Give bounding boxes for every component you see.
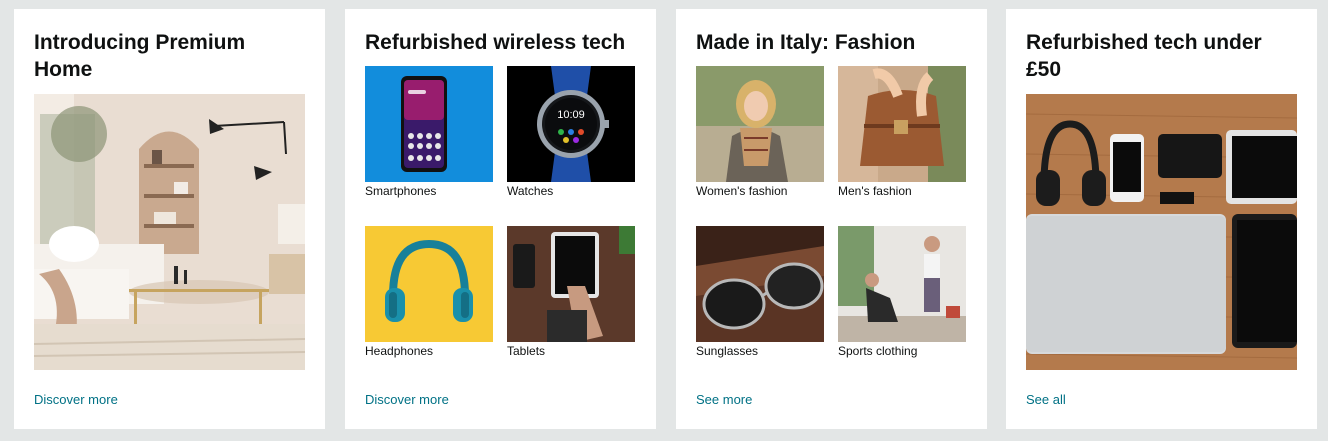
card-refurbished-wireless-tech: Refurbished wireless tech Smartphones 10… [345, 9, 656, 429]
watch-image: 10:09 [507, 66, 635, 182]
card-row: Introducing Premium Home Discover more R… [0, 0, 1328, 441]
see-all-link[interactable]: See all [1026, 392, 1066, 407]
headphones-image [365, 226, 493, 342]
tile-caption: Women's fashion [696, 184, 788, 198]
watch-time: 10:09 [557, 109, 585, 121]
refurbished-tech-image[interactable] [1026, 94, 1297, 370]
card-title: Made in Italy: Fashion [696, 31, 916, 54]
tile-tablets[interactable]: Tablets [507, 226, 635, 358]
see-more-link[interactable]: See more [696, 392, 752, 407]
card-title: Introducing Premium Home [34, 31, 246, 81]
tile-mens-fashion[interactable]: Men's fashion [838, 66, 966, 198]
card-premium-home: Introducing Premium Home Discover more [14, 9, 325, 429]
tile-sunglasses[interactable]: Sunglasses [696, 226, 824, 358]
tile-caption: Watches [507, 184, 554, 198]
living-room-image[interactable] [34, 94, 305, 370]
card-refurbished-tech-under-50: Refurbished tech under £50 See all [1006, 9, 1317, 429]
womens-fashion-image [696, 66, 824, 182]
tile-watches[interactable]: 10:09 Watches [507, 66, 635, 198]
card-title: Refurbished tech under £50 [1026, 31, 1262, 81]
tile-sports-clothing[interactable]: Sports clothing [838, 226, 966, 358]
card-made-in-italy-fashion: Made in Italy: Fashion Women's fashion M… [676, 9, 987, 429]
tablet-image [507, 226, 635, 342]
card-title: Refurbished wireless tech [365, 31, 626, 54]
tile-caption: Sunglasses [696, 344, 759, 358]
tile-caption: Smartphones [365, 184, 437, 198]
tile-caption: Sports clothing [838, 344, 918, 358]
discover-more-link[interactable]: Discover more [34, 392, 118, 407]
tile-caption: Men's fashion [838, 184, 912, 198]
tile-headphones[interactable]: Headphones [365, 226, 493, 358]
mens-fashion-image [838, 66, 966, 182]
tile-caption: Tablets [507, 344, 546, 358]
tile-smartphones[interactable]: Smartphones [365, 66, 493, 198]
smartphone-image [365, 66, 493, 182]
sunglasses-image [696, 226, 824, 342]
sports-clothing-image [838, 226, 966, 342]
tile-caption: Headphones [365, 344, 434, 358]
tile-womens-fashion[interactable]: Women's fashion [696, 66, 824, 198]
discover-more-link[interactable]: Discover more [365, 392, 449, 407]
